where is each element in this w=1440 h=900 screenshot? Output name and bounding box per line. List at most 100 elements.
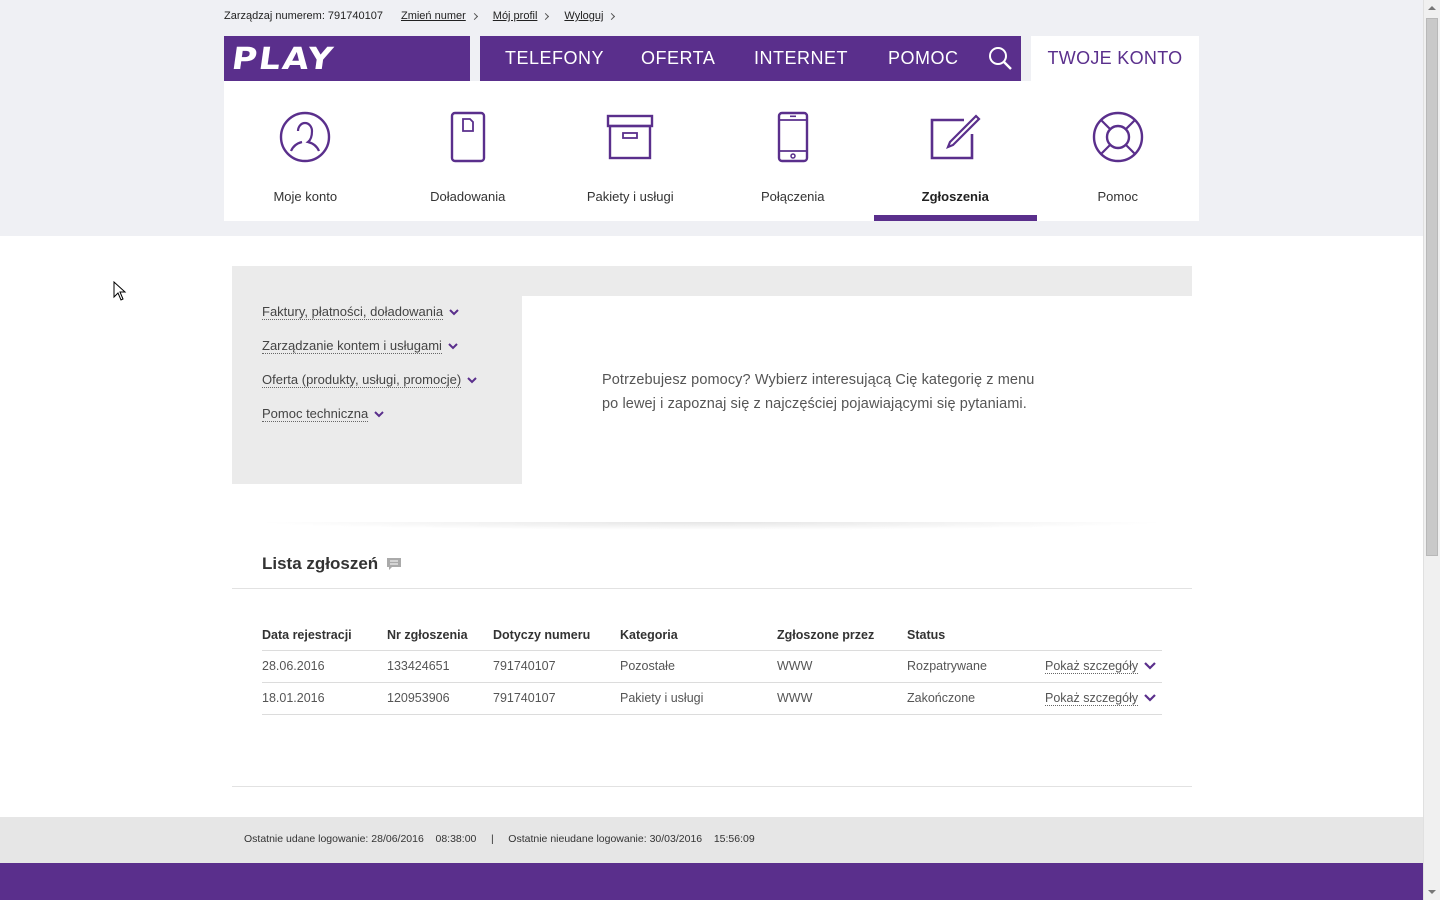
chevron-down-icon [449,309,459,316]
cell-status: Rozpatrywane [907,650,1045,683]
account-menu-label: Doładowania [430,189,506,204]
logout-link[interactable]: Wyloguj [564,10,616,22]
main-nav: TELEFONY OFERTA INTERNET POMOC [480,36,1021,81]
vertical-scrollbar[interactable] [1423,0,1440,900]
account-menu-label: Moje konto [273,189,338,204]
mouse-cursor-icon [113,281,127,301]
help-category-pomoc-techniczna[interactable]: Pomoc techniczna [262,406,384,422]
column-header: Kategoria [620,620,777,651]
account-menu-item-moje-konto[interactable]: Moje konto [224,81,387,221]
help-category-faktury[interactable]: Faktury, płatności, doładowania [262,304,459,320]
tickets-title: Lista zgłoszeń [262,554,402,574]
account-menu-item-pakiety[interactable]: Pakiety i usługi [549,81,712,221]
cell-status: Zakończone [907,682,1045,715]
account-menu-label: Połączenia [760,189,825,204]
scroll-down-arrow-icon[interactable] [1428,890,1436,894]
help-category-label: Faktury, płatności, doładowania [262,304,444,320]
last-login-label: Ostatnie udane logowanie: [244,833,369,845]
account-menu-label: Pakiety i usługi [586,189,674,204]
help-categories: Faktury, płatności, doładowania Zarządza… [232,296,522,484]
chevron-right-icon [470,12,478,20]
cell-category: Pozostałe [620,650,777,683]
table-row: 18.01.2016 120953906 791740107 Pakiety i… [262,682,1162,715]
cell-ticket-number: 120953906 [387,682,493,715]
comment-icon [387,557,402,570]
package-box-icon [607,114,654,160]
last-login-time: 08:38:00 [435,833,477,845]
column-header: Dotyczy numeru [493,620,620,651]
account-menu-item-doladowania[interactable]: Doładowania [387,81,550,221]
chevron-right-icon [542,12,550,20]
tickets-title-text: Lista zgłoszeń [262,554,379,573]
help-category-label: Zarządzanie kontem i usługami [262,338,442,354]
column-header: Data rejestracji [262,620,387,651]
table-row: 28.06.2016 133424651 791740107 Pozostałe… [262,650,1162,683]
utility-bar: Zarządzaj numerem: 791740107 Zmień numer… [224,8,630,24]
show-details-label: Pokaż szczegóły [1045,658,1139,674]
tickets-table: Data rejestracji Nr zgłoszenia Dotyczy n… [262,620,1162,715]
account-menu-label: Pomoc [1097,189,1138,204]
cell-reported-by: WWW [777,650,907,683]
change-number-label: Zmień numer [400,10,466,22]
table-header-row: Data rejestracji Nr zgłoszenia Dotyczy n… [262,620,1162,651]
nav-item-internet[interactable]: INTERNET [754,48,848,69]
nav-item-oferta[interactable]: OFERTA [641,48,715,69]
nav-item-telefony[interactable]: TELEFONY [505,48,604,69]
page: Zarządzaj numerem: 791740107 Zmień numer… [0,0,1423,900]
cell-ticket-number: 133424651 [387,650,493,683]
help-category-label: Pomoc techniczna [262,406,369,422]
scrollbar-thumb[interactable] [1426,18,1438,556]
chevron-down-icon [1144,694,1156,702]
chevron-down-icon [1144,662,1156,670]
help-message: Potrzebujesz pomocy? Wybierz interesując… [602,368,1042,416]
lifebuoy-icon [1092,111,1143,163]
cell-date: 18.01.2016 [262,682,387,715]
chevron-down-icon [467,377,477,384]
section-divider [252,522,1172,530]
user-icon [280,111,331,163]
nav-item-pomoc[interactable]: POMOC [888,48,959,69]
chevron-right-icon [608,12,616,20]
logout-label: Wyloguj [564,10,604,22]
show-details-link[interactable]: Pokaż szczegóły [1045,659,1156,674]
cell-phone: 791740107 [493,650,620,683]
account-menu-item-zgloszenia[interactable]: Zgłoszenia [874,81,1037,221]
last-failed-login-label: Ostatnie nieudane logowanie: [508,833,647,845]
phone-card-icon [450,111,485,163]
column-header: Nr zgłoszenia [387,620,493,651]
cell-date: 28.06.2016 [262,650,387,683]
account-menu-label: Zgłoszenia [921,189,989,204]
divider [232,786,1192,787]
search-icon[interactable] [988,46,1012,70]
my-profile-label: Mój profil [492,10,538,22]
login-separator: | [490,833,494,845]
last-login-date: 28/06/2016 [371,833,424,845]
column-header: Status [907,620,1045,651]
account-menu-item-pomoc[interactable]: Pomoc [1037,81,1200,221]
last-failed-login-time: 15:56:09 [713,833,755,845]
help-message-line: po lewej i zapoznaj się z najczęściej po… [602,396,1027,412]
edit-note-icon [930,114,981,160]
tab-twoje-konto[interactable]: TWOJE KONTO [1031,36,1199,81]
smartphone-icon [777,111,808,163]
column-header: Zgłoszone przez [777,620,907,651]
help-category-zarzadzanie[interactable]: Zarządzanie kontem i usługami [262,338,458,354]
cell-category: Pakiety i usługi [620,682,777,715]
footer [0,863,1423,900]
change-number-link[interactable]: Zmień numer [400,10,478,22]
managed-number-text: Zarządzaj numerem: 791740107 [224,10,383,22]
help-category-oferta[interactable]: Oferta (produkty, usługi, promocje) [262,372,477,388]
play-logo[interactable]: PLAY [224,36,470,81]
cell-reported-by: WWW [777,682,907,715]
divider [232,588,1192,589]
help-category-label: Oferta (produkty, usługi, promocje) [262,372,462,388]
my-profile-link[interactable]: Mój profil [492,10,550,22]
login-info: Ostatnie udane logowanie: 28/06/2016 08:… [244,833,755,845]
show-details-label: Pokaż szczegóły [1045,690,1139,706]
chevron-down-icon [448,343,458,350]
scroll-up-arrow-icon[interactable] [1428,6,1436,10]
logo-text: PLAY [229,40,337,77]
account-menu-item-polaczenia[interactable]: Połączenia [712,81,875,221]
show-details-link[interactable]: Pokaż szczegóły [1045,691,1156,706]
help-header-strip [232,266,1192,296]
